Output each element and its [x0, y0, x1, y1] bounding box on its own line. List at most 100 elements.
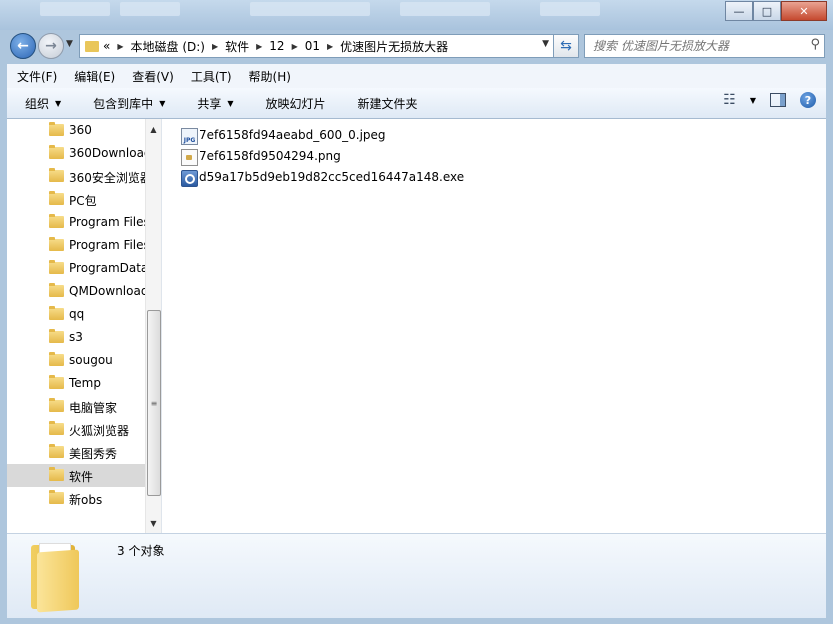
- new-folder-button[interactable]: 新建文件夹: [340, 95, 432, 112]
- blurred-background: [400, 2, 490, 16]
- breadcrumb-01[interactable]: 01: [305, 39, 320, 53]
- file-name: 7ef6158fd9504294.png: [199, 149, 341, 163]
- search-input[interactable]: [585, 38, 805, 54]
- back-button[interactable]: ←: [10, 33, 36, 59]
- menu-edit[interactable]: 编辑(E): [64, 68, 122, 85]
- item-count: 3 个对象: [117, 544, 165, 558]
- folder-icon: [49, 467, 64, 481]
- folder-icon: [49, 398, 64, 412]
- address-history-dropdown[interactable]: ▼: [542, 39, 549, 49]
- nav-item-temp[interactable]: Temp: [7, 372, 145, 395]
- include-in-library-button[interactable]: 包含到库中 ▼: [75, 95, 179, 112]
- nav-item-label: Temp: [69, 376, 101, 390]
- png-file-icon: [181, 149, 198, 166]
- jpeg-file-icon: JPG: [181, 128, 198, 145]
- new-folder-label: 新建文件夹: [357, 96, 418, 111]
- menu-tools[interactable]: 工具(T): [181, 68, 239, 85]
- nav-item-label: PC包: [69, 194, 97, 208]
- breadcrumb-overflow[interactable]: «: [103, 39, 110, 53]
- forward-button[interactable]: →: [38, 33, 64, 59]
- nav-item-qq[interactable]: qq: [7, 303, 145, 326]
- organize-button[interactable]: 组织 ▼: [7, 95, 75, 112]
- breadcrumb-12[interactable]: 12: [269, 39, 284, 53]
- nav-item-label: 360Download: [69, 146, 145, 160]
- folder-icon: [49, 122, 64, 136]
- nav-item-program-files[interactable]: Program Files: [7, 211, 145, 234]
- breadcrumb: « ▶ 本地磁盘 (D:) ▶ 软件 ▶ 12 ▶ 01 ▶ 优速图片无损放大器: [103, 38, 448, 55]
- title-bar: — □ ✕: [0, 0, 833, 30]
- breadcrumb-separator-icon[interactable]: ▶: [212, 42, 218, 51]
- nav-item-label: 美图秀秀: [69, 447, 118, 461]
- folder-icon: [49, 421, 64, 435]
- breadcrumb-drive[interactable]: 本地磁盘 (D:): [131, 38, 205, 55]
- refresh-button[interactable]: ⇆: [553, 34, 579, 58]
- breadcrumb-separator-icon[interactable]: ▶: [292, 42, 298, 51]
- folder-icon: [49, 329, 64, 343]
- nav-item-label: 360安全浏览器: [69, 171, 145, 185]
- window-controls: — □ ✕: [725, 1, 827, 21]
- nav-item-label: 电脑管家: [69, 401, 118, 415]
- nav-item-software[interactable]: 软件: [7, 464, 145, 487]
- nav-item-s3[interactable]: s3: [7, 326, 145, 349]
- recent-pages-dropdown[interactable]: ▼: [66, 39, 76, 51]
- breadcrumb-separator-icon[interactable]: ▶: [256, 42, 262, 51]
- slideshow-label: 放映幻灯片: [265, 96, 326, 111]
- scroll-thumb[interactable]: ≡: [147, 310, 161, 496]
- menu-file[interactable]: 文件(F): [7, 68, 64, 85]
- nav-item-label: QMDownload: [69, 284, 145, 298]
- folder-icon: [49, 191, 64, 205]
- change-view-icon[interactable]: ☷: [723, 92, 736, 108]
- nav-item-sougou[interactable]: sougou: [7, 349, 145, 372]
- folder-icon: [49, 490, 64, 504]
- nav-item-360download[interactable]: 360Download: [7, 142, 145, 165]
- nav-scrollbar[interactable]: ▲ ≡ ▼: [145, 119, 161, 533]
- nav-item-meitu[interactable]: 美图秀秀: [7, 441, 145, 464]
- menu-help[interactable]: 帮助(H): [239, 68, 298, 85]
- breadcrumb-separator-icon[interactable]: ▶: [327, 42, 333, 51]
- preview-pane-icon[interactable]: [770, 93, 786, 107]
- folder-icon: [49, 283, 64, 297]
- nav-item-label: qq: [69, 307, 85, 321]
- blurred-background: [120, 2, 180, 16]
- search-icon[interactable]: ⚲: [810, 37, 820, 52]
- minimize-button[interactable]: —: [725, 1, 753, 21]
- command-bar: 组织 ▼ 包含到库中 ▼ 共享 ▼ 放映幻灯片 新建文件夹 ☷ ▼ ?: [7, 88, 826, 119]
- nav-item-programdata[interactable]: ProgramData: [7, 257, 145, 280]
- nav-item-pc-pack[interactable]: PC包: [7, 188, 145, 211]
- nav-item-new-obs[interactable]: 新obs: [7, 487, 145, 510]
- slideshow-button[interactable]: 放映幻灯片: [248, 95, 340, 112]
- folder-icon: [49, 444, 64, 458]
- scroll-down-arrow-icon[interactable]: ▼: [146, 515, 161, 531]
- back-arrow-icon: ←: [17, 38, 29, 54]
- nav-item-program-files-x86[interactable]: Program Files (x86): [7, 234, 145, 257]
- maximize-button[interactable]: □: [753, 1, 781, 21]
- view-options-dropdown[interactable]: ▼: [750, 96, 756, 105]
- nav-item-firefox[interactable]: 火狐浏览器: [7, 418, 145, 441]
- nav-item-pc-manager[interactable]: 电脑管家: [7, 395, 145, 418]
- chevron-down-icon: ▼: [55, 98, 62, 108]
- blurred-background: [250, 2, 370, 16]
- nav-item-qmdownload[interactable]: QMDownload: [7, 280, 145, 303]
- refresh-icon: ⇆: [560, 38, 572, 54]
- large-folder-icon: [31, 541, 81, 613]
- folder-icon: [49, 237, 64, 251]
- folder-icon: [85, 40, 99, 52]
- folder-icon: [49, 375, 64, 389]
- nav-item-360-browser[interactable]: 360安全浏览器: [7, 165, 145, 188]
- search-box[interactable]: ⚲: [584, 34, 825, 58]
- address-bar[interactable]: « ▶ 本地磁盘 (D:) ▶ 软件 ▶ 12 ▶ 01 ▶ 优速图片无损放大器…: [79, 34, 554, 58]
- navigation-tree: 360 360Download 360安全浏览器 PC包 Program Fil…: [7, 119, 145, 510]
- breadcrumb-software[interactable]: 软件: [225, 38, 249, 55]
- details-pane: 3 个对象: [7, 533, 826, 618]
- breadcrumb-separator-icon[interactable]: ▶: [117, 42, 123, 51]
- breadcrumb-current-folder[interactable]: 优速图片无损放大器: [340, 38, 448, 55]
- folder-front-shape: [37, 549, 79, 613]
- close-button[interactable]: ✕: [781, 1, 827, 21]
- scroll-up-arrow-icon[interactable]: ▲: [146, 121, 161, 137]
- share-button[interactable]: 共享 ▼: [179, 95, 247, 112]
- menu-view[interactable]: 查看(V): [122, 68, 181, 85]
- folder-icon: [49, 352, 64, 366]
- help-icon[interactable]: ?: [800, 92, 816, 108]
- nav-item-label: Program Files: [69, 215, 145, 229]
- nav-item-360[interactable]: 360: [7, 119, 145, 142]
